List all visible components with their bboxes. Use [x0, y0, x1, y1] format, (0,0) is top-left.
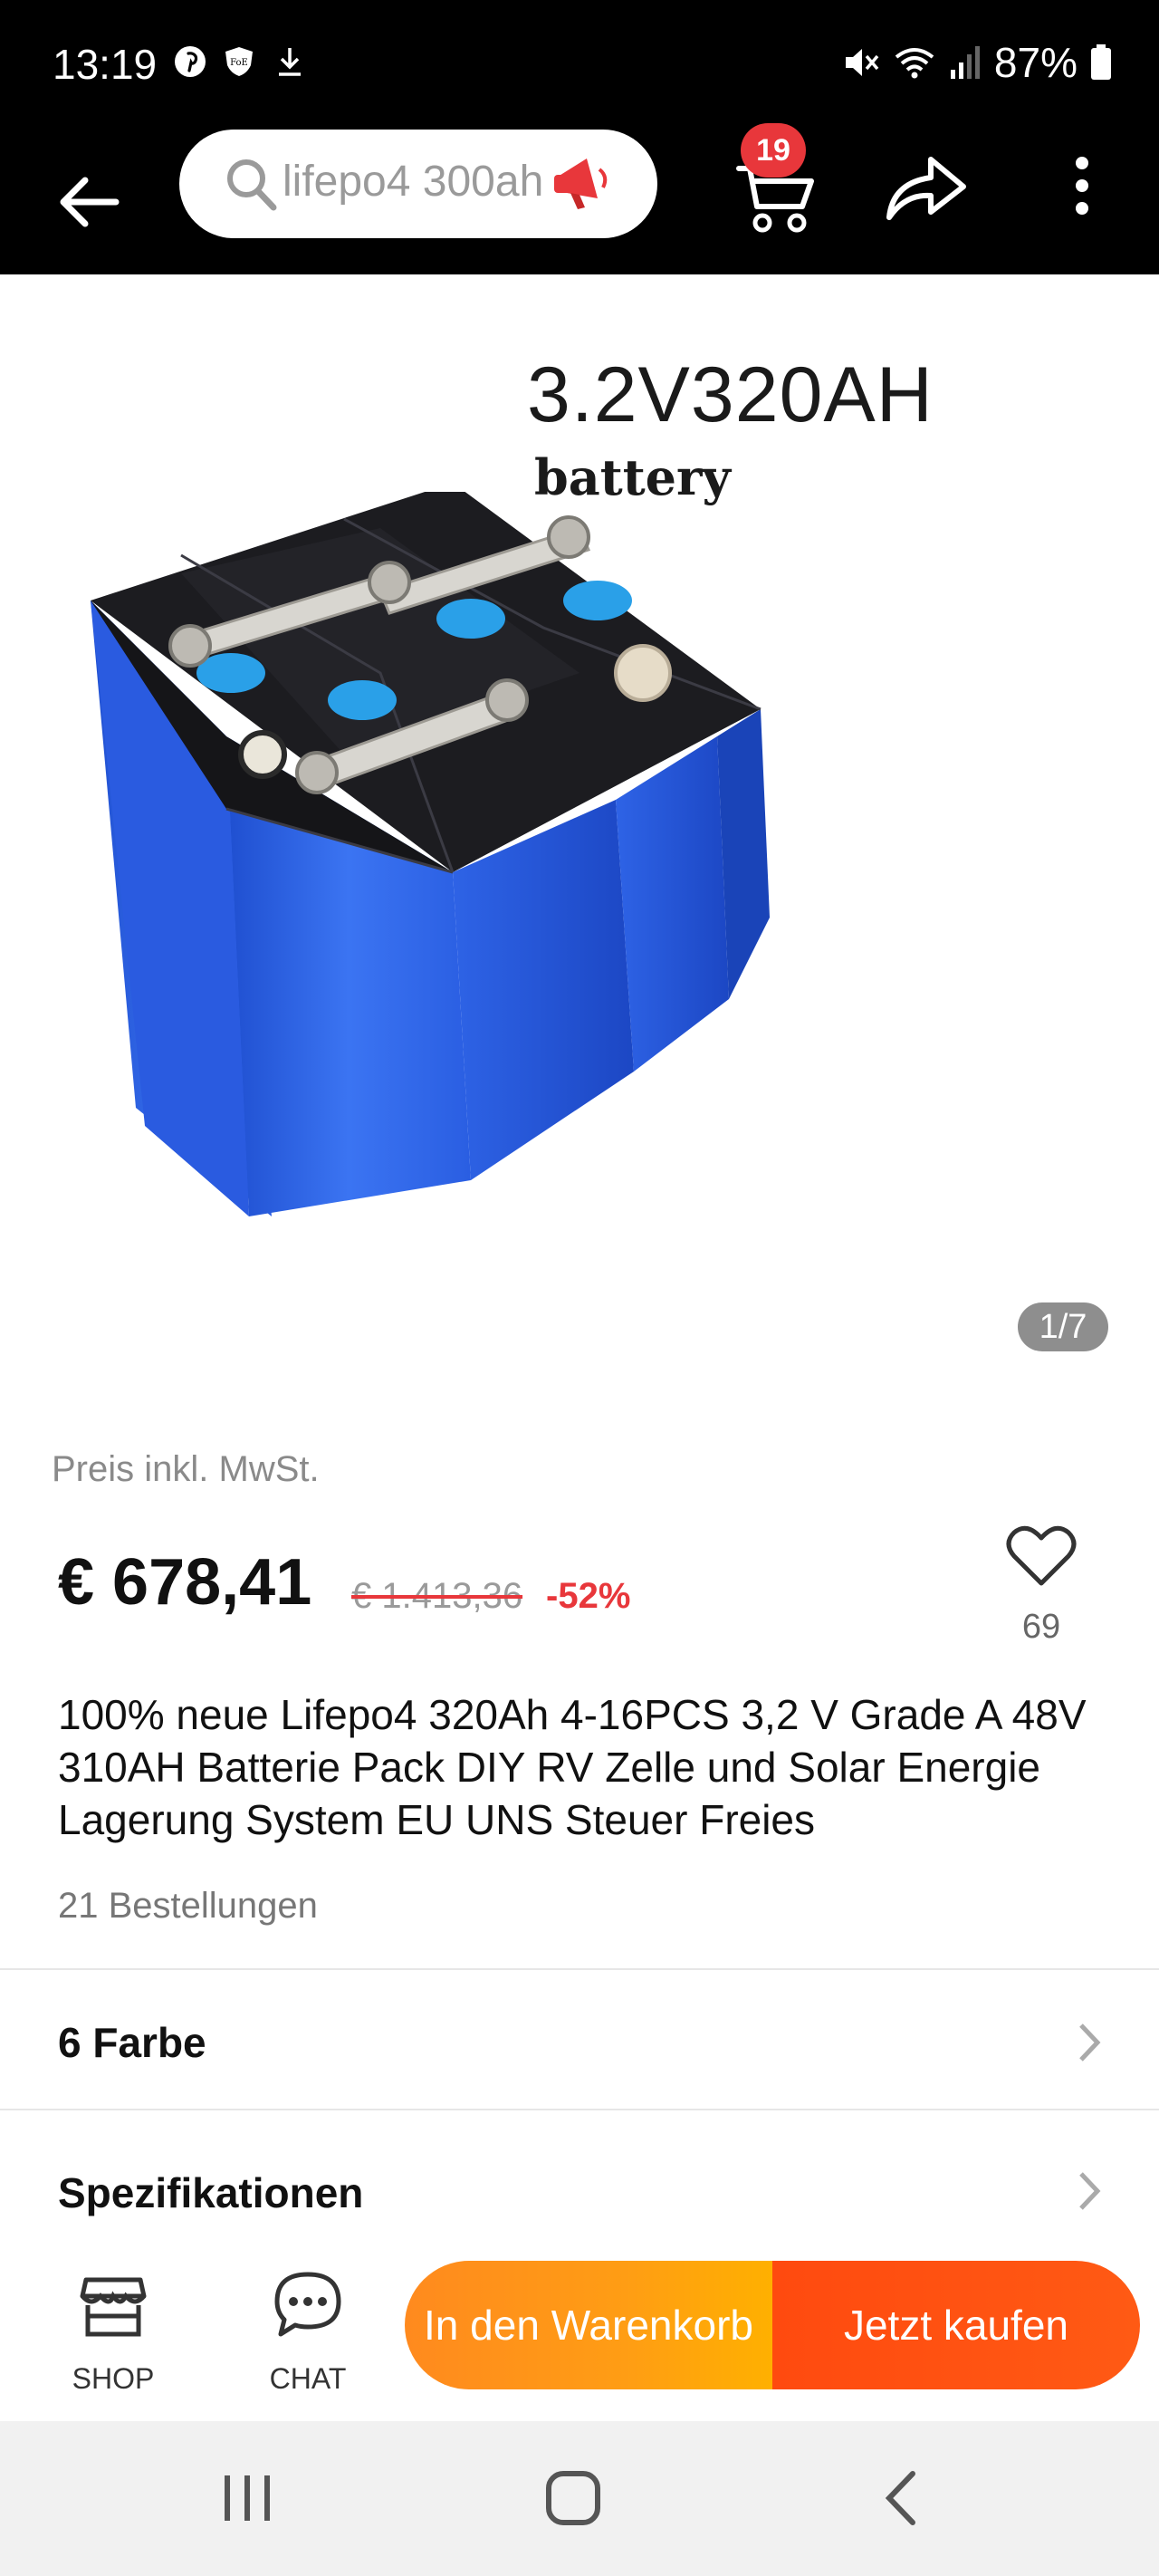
divider: [0, 2109, 1159, 2110]
shop-label: SHOP: [72, 2362, 155, 2395]
product-image-gallery[interactable]: 3.2V320AH battery 1/7: [0, 274, 1159, 1407]
heart-icon[interactable]: [1005, 1522, 1078, 1589]
product-title: 100% neue Lifepo4 320Ah 4-16PCS 3,2 V Gr…: [58, 1691, 1087, 1843]
chat-button[interactable]: CHAT: [249, 2269, 367, 2405]
chevron-right-icon: [1079, 2023, 1101, 2062]
megaphone-icon[interactable]: [551, 153, 614, 213]
share-icon[interactable]: [884, 152, 967, 223]
chat-bubble-icon: [274, 2272, 341, 2337]
status-right: 87%: [842, 38, 1112, 87]
buy-now-button[interactable]: Jetzt kaufen: [772, 2261, 1140, 2389]
back-arrow-icon[interactable]: [53, 166, 125, 238]
home-icon[interactable]: [545, 2470, 601, 2526]
wishlist-count: 69: [1021, 1608, 1061, 1646]
specs-label[interactable]: Spezifikationen: [58, 2168, 363, 2217]
svg-text:FoE: FoE: [230, 58, 248, 68]
image-headline: 3.2V320AH: [527, 351, 934, 438]
bottom-action-bar: SHOP CHAT In den Warenkorb Jetzt kaufen: [0, 2242, 1159, 2421]
pinterest-icon: [175, 46, 206, 77]
discount-badge: -52%: [546, 1576, 631, 1616]
battery-icon: [1091, 44, 1111, 80]
divider: [0, 1968, 1159, 1970]
cart-badge: 19: [741, 123, 806, 178]
wifi-icon: [895, 48, 934, 79]
current-price: € 678,41: [58, 1546, 312, 1619]
download-icon: [279, 48, 301, 76]
order-count: 21 Bestellungen: [58, 1886, 318, 1926]
tax-note: Preis inkl. MwSt.: [52, 1449, 320, 1489]
back-nav-icon[interactable]: [882, 2470, 918, 2526]
chevron-right-icon: [1079, 2172, 1101, 2210]
system-nav-bar: [0, 2421, 1159, 2576]
status-bar: 13:19 FoE 87%: [0, 0, 1159, 131]
more-vert-icon[interactable]: [1068, 156, 1096, 216]
signal-icon: [950, 46, 980, 79]
add-to-cart-button[interactable]: In den Warenkorb: [405, 2261, 772, 2389]
battery-percent: 87%: [993, 39, 1078, 86]
original-price: € 1.413,36: [351, 1576, 523, 1616]
status-time: 13:19: [53, 41, 158, 88]
search-icon: [227, 159, 277, 211]
chat-label: CHAT: [269, 2362, 347, 2395]
search-query: lifepo4 300ah: [283, 158, 544, 206]
color-option-label[interactable]: 6 Farbe: [58, 2018, 206, 2067]
store-icon: [80, 2277, 147, 2337]
mute-icon: [845, 49, 879, 76]
recents-icon[interactable]: [221, 2474, 273, 2523]
shield-icon: FoE: [225, 47, 253, 76]
shop-button[interactable]: SHOP: [54, 2269, 172, 2405]
search-input[interactable]: lifepo4 300ah: [179, 130, 657, 238]
image-counter: 1/7: [1018, 1302, 1108, 1351]
battery-pack-image: [91, 492, 770, 1216]
